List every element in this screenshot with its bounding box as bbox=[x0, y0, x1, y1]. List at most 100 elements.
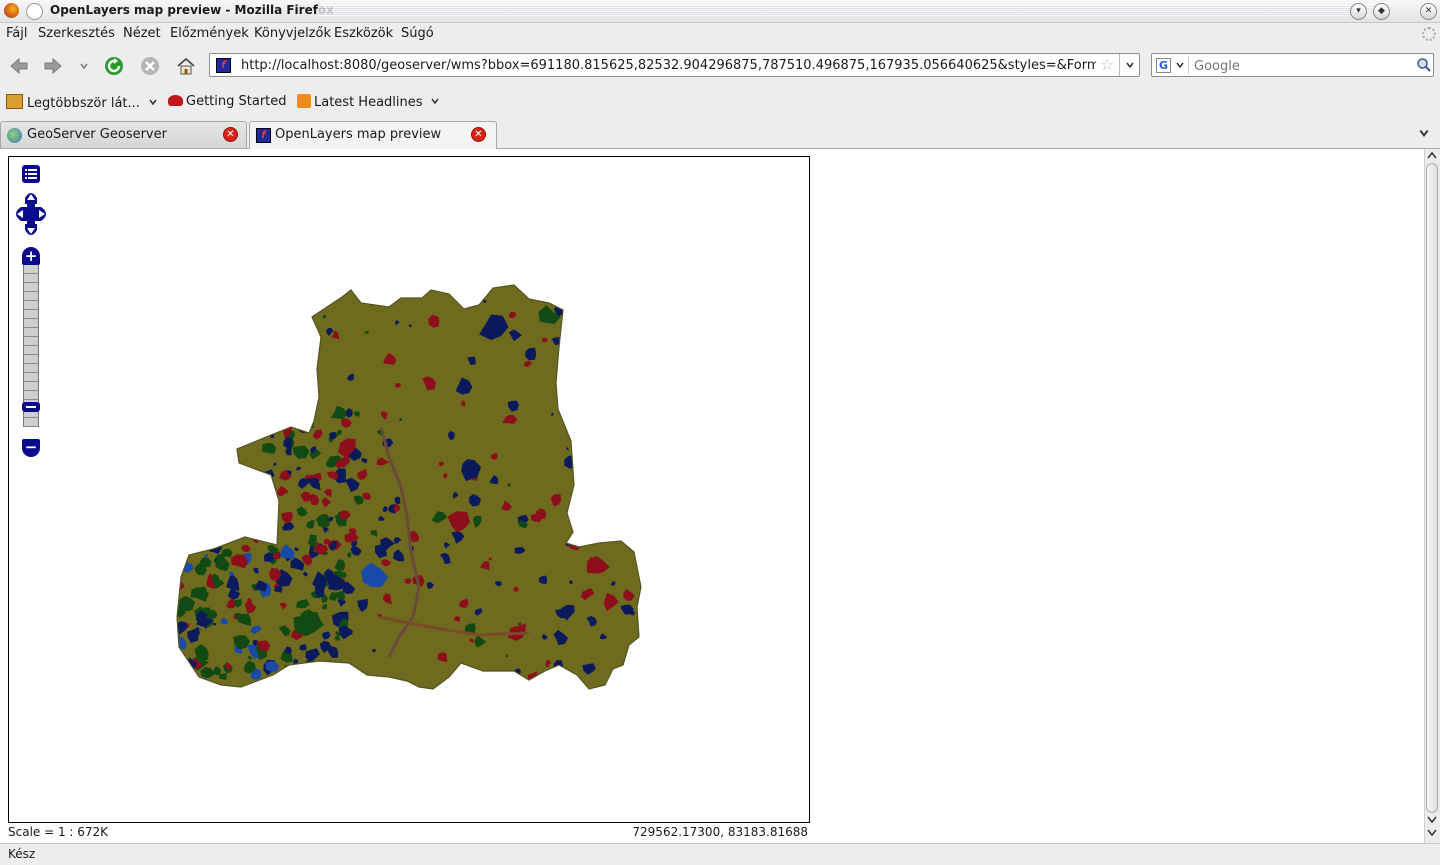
window-title: OpenLayers map preview - Mozilla Firefox bbox=[50, 3, 334, 17]
bookmark-most-visited[interactable]: Legtöbbször lát... bbox=[6, 94, 158, 111]
land-cover-patch bbox=[258, 294, 269, 303]
search-icon[interactable] bbox=[1416, 57, 1432, 73]
scroll-thumb[interactable] bbox=[1426, 163, 1438, 813]
scroll-down-icon[interactable] bbox=[1427, 829, 1437, 837]
land-cover-patch bbox=[345, 678, 350, 682]
land-cover-patch bbox=[287, 676, 293, 681]
bookmark-getting-started[interactable]: Getting Started bbox=[168, 94, 287, 109]
land-cover-patch bbox=[211, 357, 216, 361]
vertical-scrollbar[interactable] bbox=[1424, 149, 1440, 843]
pan-north-icon[interactable] bbox=[25, 193, 37, 204]
google-logo-icon: G bbox=[1156, 57, 1171, 73]
land-cover-patch bbox=[299, 644, 307, 651]
tab-openlayers-preview[interactable]: f OpenLayers map preview ✕ bbox=[249, 121, 497, 149]
menu-bookmarks[interactable]: Könyvjelzők bbox=[254, 26, 331, 41]
land-cover-patch bbox=[180, 669, 194, 685]
pan-east-icon[interactable] bbox=[35, 207, 46, 221]
land-cover-patch bbox=[587, 458, 594, 465]
tab-label: GeoServer Geoserver bbox=[27, 127, 167, 142]
zoom-in-icon[interactable]: + bbox=[22, 247, 40, 265]
zoom-out-icon[interactable]: − bbox=[22, 439, 40, 457]
land-cover-patch bbox=[572, 355, 581, 362]
activity-throbber-icon bbox=[1422, 27, 1436, 41]
land-cover-patch bbox=[283, 672, 293, 684]
menubar: Fájl Szerkesztés Nézet Előzmények Könyvj… bbox=[0, 22, 1440, 46]
land-cover-patch bbox=[609, 419, 616, 429]
maximize-button[interactable]: ◆ bbox=[1373, 3, 1390, 20]
close-tab-icon[interactable]: ✕ bbox=[223, 127, 238, 142]
pan-south-icon[interactable] bbox=[25, 224, 37, 235]
land-cover-patch bbox=[274, 412, 286, 425]
menu-view[interactable]: Nézet bbox=[123, 26, 161, 41]
bookmark-latest-headlines[interactable]: Latest Headlines bbox=[297, 94, 440, 110]
land-cover-patch bbox=[327, 665, 344, 680]
land-cover-patch bbox=[293, 364, 303, 379]
forward-icon[interactable] bbox=[41, 54, 65, 78]
land-cover-patch bbox=[584, 361, 590, 368]
zoom-slider-handle[interactable] bbox=[22, 401, 40, 412]
land-cover-patch bbox=[308, 666, 320, 677]
search-input[interactable] bbox=[1192, 56, 1416, 76]
land-cover-patch bbox=[303, 417, 315, 429]
menu-history[interactable]: Előzmények bbox=[170, 26, 249, 41]
search-engine-button[interactable]: G bbox=[1154, 56, 1189, 74]
land-cover-patch bbox=[577, 319, 582, 324]
minimize-button[interactable]: ▾ bbox=[1350, 3, 1367, 20]
close-window-button[interactable]: ✕ bbox=[1420, 3, 1437, 20]
land-cover-patch bbox=[334, 666, 343, 675]
close-tab-icon[interactable]: ✕ bbox=[471, 127, 486, 142]
land-cover-patch bbox=[268, 384, 272, 390]
land-cover-patch bbox=[279, 398, 293, 410]
stop-icon[interactable] bbox=[138, 54, 162, 78]
zoom-slider-track[interactable] bbox=[22, 265, 40, 427]
land-cover-patch bbox=[257, 355, 268, 366]
land-cover-patch bbox=[224, 472, 230, 477]
land-cover-patch bbox=[610, 488, 618, 498]
land-cover-patch bbox=[198, 427, 204, 434]
land-cover-patch bbox=[341, 666, 357, 678]
url-input[interactable]: http://localhost:8080/geoserver/wms?bbox… bbox=[241, 58, 1096, 73]
layer-switcher-icon[interactable] bbox=[22, 165, 40, 183]
rss-feed-icon bbox=[297, 94, 311, 108]
history-dropdown-icon[interactable] bbox=[73, 54, 95, 78]
land-cover-patch bbox=[628, 506, 641, 520]
land-cover-patch bbox=[571, 399, 587, 415]
land-cover-patch bbox=[616, 375, 628, 386]
scroll-down-icon[interactable] bbox=[1427, 816, 1437, 824]
window-titlebar: OpenLayers map preview - Mozilla Firefox… bbox=[0, 0, 1440, 23]
bookmark-star-icon[interactable]: ☆ bbox=[1100, 55, 1114, 74]
scroll-up-icon[interactable] bbox=[1427, 151, 1437, 159]
search-bar[interactable]: G bbox=[1151, 53, 1434, 77]
pan-west-icon[interactable] bbox=[16, 207, 27, 221]
menu-help[interactable]: Súgó bbox=[401, 26, 434, 41]
globe-icon bbox=[7, 128, 22, 143]
back-icon[interactable] bbox=[7, 54, 31, 78]
land-cover-patch bbox=[315, 293, 320, 298]
url-dropdown-button[interactable] bbox=[1119, 54, 1140, 76]
land-cover-patch bbox=[342, 668, 353, 680]
bookmarks-toolbar: Legtöbbször lát... Getting Started Lates… bbox=[0, 88, 1440, 116]
land-cover-patch bbox=[203, 409, 211, 415]
url-bar[interactable]: f http://localhost:8080/geoserver/wms?bb… bbox=[209, 53, 1140, 77]
menu-file[interactable]: Fájl bbox=[6, 26, 27, 41]
menu-edit[interactable]: Szerkesztés bbox=[38, 26, 115, 41]
list-all-tabs-button[interactable] bbox=[1418, 127, 1430, 139]
land-cover-patch bbox=[295, 664, 305, 672]
land-cover-patch bbox=[622, 441, 632, 451]
reload-icon[interactable] bbox=[102, 54, 126, 78]
menu-tools[interactable]: Eszközök bbox=[334, 26, 393, 41]
map-layer bbox=[176, 284, 642, 690]
tab-bar: GeoServer Geoserver ✕ f OpenLayers map p… bbox=[0, 119, 1440, 149]
window-menu-button[interactable] bbox=[26, 3, 43, 20]
smart-folder-icon bbox=[6, 94, 23, 109]
land-cover-patch bbox=[331, 678, 337, 686]
map-viewport[interactable]: + − bbox=[8, 156, 810, 823]
land-cover-patch bbox=[333, 663, 350, 678]
tab-geoserver[interactable]: GeoServer Geoserver ✕ bbox=[0, 121, 247, 148]
land-cover-patch bbox=[180, 542, 193, 555]
land-cover-patch bbox=[280, 344, 285, 348]
firefox-logo-icon[interactable] bbox=[4, 3, 19, 18]
land-cover-patch bbox=[609, 304, 622, 315]
land-cover-patch bbox=[177, 562, 184, 569]
home-icon[interactable] bbox=[174, 54, 198, 78]
